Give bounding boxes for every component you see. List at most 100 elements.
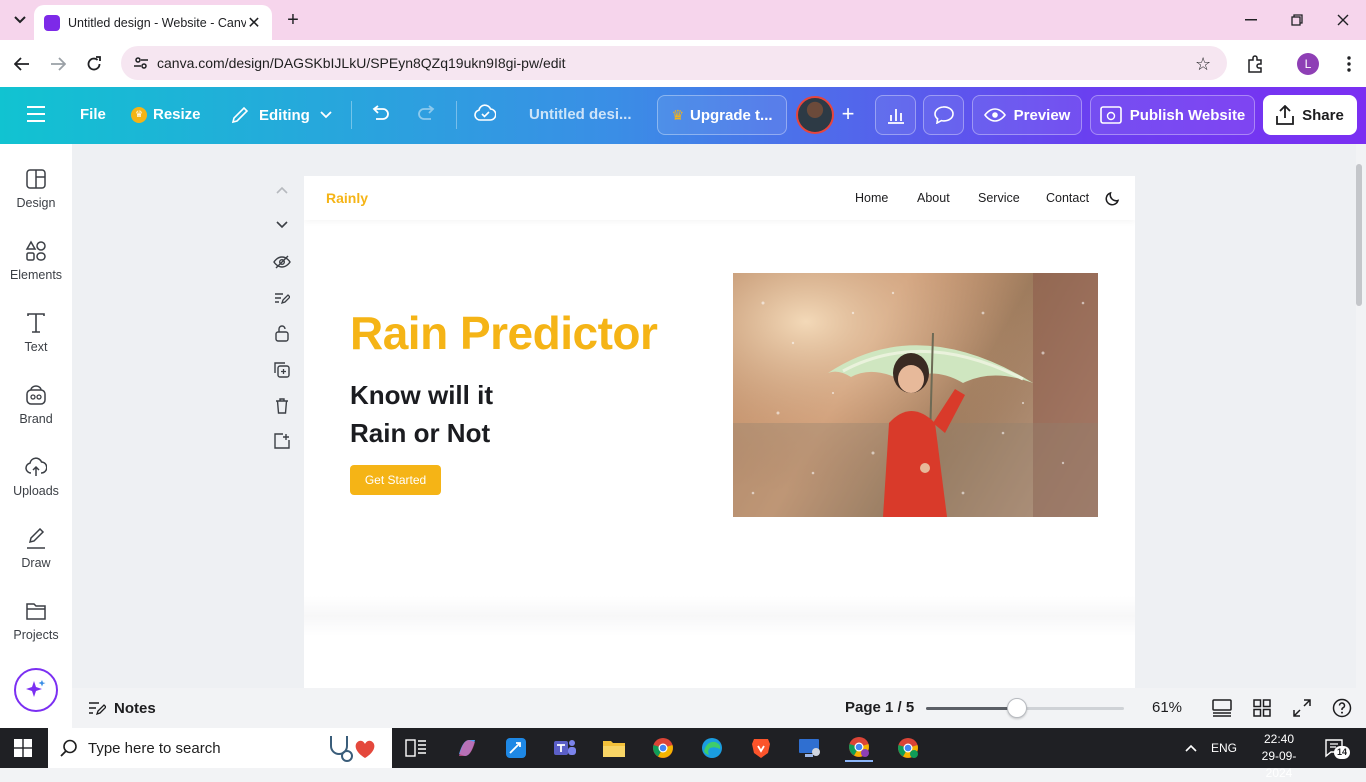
design-page[interactable]: Rainly Home About Service Contact Rain P… [304, 176, 1135, 688]
copilot-icon[interactable] [453, 734, 481, 762]
forward-button[interactable] [46, 52, 70, 76]
sidebar-item-text[interactable]: Text [0, 312, 72, 382]
hero-subline-1[interactable]: Know will it [350, 380, 493, 411]
site-info-icon[interactable] [133, 55, 149, 71]
clock-date: 29-09-2024 [1261, 749, 1297, 780]
file-menu[interactable]: File [80, 106, 106, 123]
editing-mode-dropdown[interactable]: Editing [231, 106, 332, 124]
publish-website-button[interactable]: Publish Website [1090, 95, 1255, 135]
cloud-saved-icon[interactable] [474, 104, 496, 122]
notification-center-icon[interactable]: 14 [1324, 738, 1351, 759]
magic-assistant-button[interactable] [14, 668, 58, 712]
main-menu-icon[interactable] [26, 105, 46, 123]
delete-page-icon[interactable] [270, 394, 294, 418]
add-notes-icon[interactable] [270, 286, 294, 310]
upgrade-label: Upgrade t... [690, 106, 773, 124]
dark-mode-moon-icon[interactable] [1105, 190, 1121, 206]
mail-app-icon[interactable] [502, 734, 530, 762]
insights-button[interactable] [875, 95, 916, 135]
sidebar-item-draw[interactable]: Draw [0, 528, 72, 598]
canvas-scrollbar[interactable] [1356, 164, 1362, 306]
profile-avatar[interactable]: L [1296, 52, 1320, 76]
resize-label: Resize [153, 106, 201, 123]
new-tab-button[interactable]: + [282, 9, 304, 31]
restore-button[interactable] [1282, 8, 1312, 32]
zoom-slider-handle[interactable] [1007, 698, 1027, 718]
fullscreen-icon[interactable] [1291, 697, 1313, 719]
sidebar-item-design[interactable]: Design [0, 168, 72, 238]
duplicate-page-icon[interactable] [270, 358, 294, 382]
crown-icon: ♛ [671, 106, 685, 123]
close-window-button[interactable] [1328, 8, 1358, 32]
preview-button[interactable]: Preview [972, 95, 1082, 135]
browser-tab[interactable]: Untitled design - Website - Canva ✕ [34, 5, 272, 40]
back-button[interactable] [10, 52, 34, 76]
sidebar-item-brand[interactable]: Brand [0, 384, 72, 454]
sidebar-item-label: Projects [13, 628, 59, 642]
sidebar-item-label: Design [16, 196, 56, 210]
remote-desktop-icon[interactable] [796, 734, 824, 762]
edge-icon[interactable] [698, 734, 726, 762]
hero-headline[interactable]: Rain Predictor [350, 306, 658, 360]
brand-icon [26, 385, 46, 405]
sidebar-item-label: Brand [19, 412, 53, 426]
tab-close-icon[interactable]: ✕ [246, 13, 262, 33]
page-view-icon[interactable] [1211, 697, 1233, 719]
input-language[interactable]: ENG [1211, 741, 1237, 755]
hero-subline-2[interactable]: Rain or Not [350, 418, 490, 449]
nav-about[interactable]: About [917, 191, 950, 205]
taskbar-search-box[interactable]: Type here to search [48, 728, 392, 768]
notes-icon [89, 702, 106, 715]
redo-icon[interactable] [417, 105, 437, 123]
nav-service[interactable]: Service [978, 191, 1020, 205]
page-down-icon[interactable] [270, 213, 294, 237]
grid-view-icon[interactable] [1251, 697, 1273, 719]
comments-button[interactable] [923, 95, 964, 135]
sidebar-item-uploads[interactable]: Uploads [0, 456, 72, 526]
share-button[interactable]: Share [1263, 95, 1357, 135]
show-hidden-icons-chevron-icon[interactable] [1185, 744, 1197, 752]
undo-icon[interactable] [370, 105, 390, 123]
site-brand[interactable]: Rainly [326, 190, 368, 206]
pencil-icon [231, 106, 249, 124]
upgrade-button[interactable]: ♛ Upgrade t... [657, 95, 787, 135]
sidebar-item-label: Text [24, 340, 48, 354]
windows-start-icon[interactable] [14, 739, 32, 757]
add-page-icon[interactable] [270, 429, 294, 453]
notes-button[interactable]: Notes [88, 698, 156, 718]
chrome-profile-l-icon[interactable] [845, 734, 873, 762]
hero-image[interactable] [733, 273, 1098, 517]
sidebar-item-elements[interactable]: Elements [0, 240, 72, 310]
sparkle-icon [26, 680, 46, 697]
search-placeholder: Type here to search [88, 739, 221, 757]
lock-page-icon[interactable] [270, 321, 294, 345]
chrome-icon[interactable] [649, 734, 677, 762]
get-started-button[interactable]: Get Started [350, 465, 441, 495]
share-icon [1276, 105, 1295, 125]
zoom-level[interactable]: 61% [1152, 699, 1182, 716]
task-view-icon[interactable] [402, 734, 430, 762]
hide-page-icon[interactable] [270, 250, 294, 274]
design-title[interactable]: Untitled desi... [529, 106, 632, 123]
resize-button[interactable]: ♛ Resize [131, 106, 201, 123]
collaborator-avatar[interactable] [796, 96, 834, 134]
brave-icon[interactable] [747, 734, 775, 762]
chrome-profile-r-icon[interactable] [894, 734, 922, 762]
nav-home[interactable]: Home [855, 191, 888, 205]
file-explorer-icon[interactable] [600, 734, 628, 762]
address-bar[interactable]: canva.com/design/DAGSKbIJLkU/SPEyn8QZq19… [121, 46, 1227, 80]
minimize-button[interactable] [1236, 8, 1266, 32]
nav-contact[interactable]: Contact [1046, 191, 1089, 205]
reload-button[interactable] [82, 52, 106, 76]
teams-icon[interactable] [551, 734, 579, 762]
chrome-menu-icon[interactable] [1337, 52, 1361, 76]
extensions-icon[interactable] [1243, 52, 1267, 76]
add-collaborator-icon[interactable]: + [838, 103, 858, 125]
help-icon[interactable] [1331, 697, 1353, 719]
bookmark-star-icon[interactable]: ☆ [1195, 54, 1211, 75]
sidebar-item-projects[interactable]: Projects [0, 600, 72, 670]
tab-search-button[interactable] [10, 10, 30, 30]
page-indicator[interactable]: Page 1 / 5 [845, 699, 914, 716]
page-up-icon[interactable] [270, 178, 294, 202]
taskbar-clock[interactable]: 22:40 29-09-2024 [1252, 731, 1306, 782]
